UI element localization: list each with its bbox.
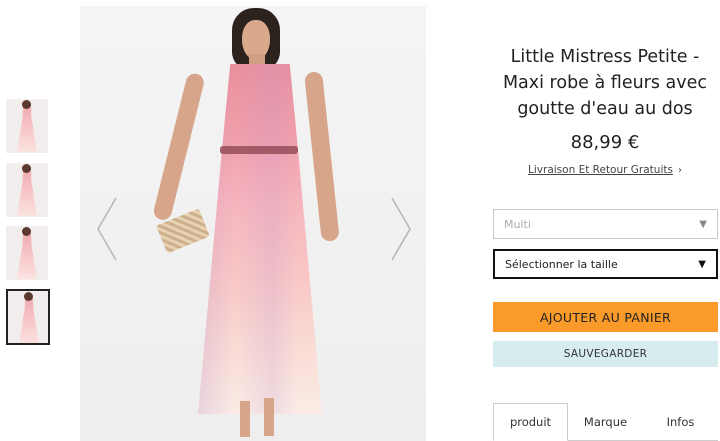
thumbnail-dress-image: [17, 233, 37, 279]
previous-image-button[interactable]: [92, 194, 122, 264]
thumbnail-dress-image: [17, 170, 37, 216]
tab-infos[interactable]: Infos: [643, 403, 718, 441]
caret-down-icon: ▼: [699, 218, 707, 230]
next-image-button[interactable]: [386, 194, 416, 264]
chevron-right-icon: [391, 197, 411, 261]
product-tabs: produit Marque Infos: [493, 403, 718, 441]
size-select-placeholder: Sélectionner la taille: [505, 257, 618, 271]
tab-produit[interactable]: produit: [493, 403, 568, 441]
thumbnail-3[interactable]: [6, 226, 48, 280]
model-arm-left: [151, 71, 206, 222]
model-leg-right: [264, 398, 274, 436]
free-shipping-link[interactable]: Livraison Et Retour Gratuits: [528, 164, 673, 176]
thumbnail-dress-image: [19, 298, 39, 343]
caret-down-icon: ▼: [698, 258, 706, 270]
thumbnail-model-head: [22, 100, 31, 109]
thumbnail-dress-image: [17, 106, 37, 152]
thumbnail-4[interactable]: [6, 289, 50, 345]
product-title: Little Mistress Petite - Maxi robe à fle…: [502, 47, 708, 119]
model-leg-left: [240, 401, 250, 437]
chevron-left-icon: [97, 197, 117, 261]
thumbnail-2[interactable]: [6, 163, 48, 217]
main-product-image: [80, 6, 426, 441]
color-select[interactable]: Multi ▼: [493, 209, 718, 239]
thumbnail-model-head: [24, 292, 33, 301]
tab-marque[interactable]: Marque: [568, 403, 643, 441]
save-button[interactable]: SAUVEGARDER: [493, 341, 718, 367]
shipping-info: Livraison Et Retour Gratuits ›: [488, 164, 720, 176]
dress-belt: [220, 146, 298, 154]
color-select-value: Multi: [504, 217, 531, 231]
size-select[interactable]: Sélectionner la taille ▼: [493, 249, 718, 279]
floral-maxi-dress: [198, 64, 322, 414]
thumbnail-model-head: [22, 227, 31, 236]
chevron-right-icon: ›: [677, 165, 682, 176]
thumbnail-model-head: [22, 164, 31, 173]
model-arm-right: [304, 71, 340, 243]
thumbnail-1[interactable]: [6, 99, 48, 153]
product-price: 88,99 €: [570, 132, 640, 153]
add-to-cart-button[interactable]: AJOUTER AU PANIER: [493, 302, 718, 332]
